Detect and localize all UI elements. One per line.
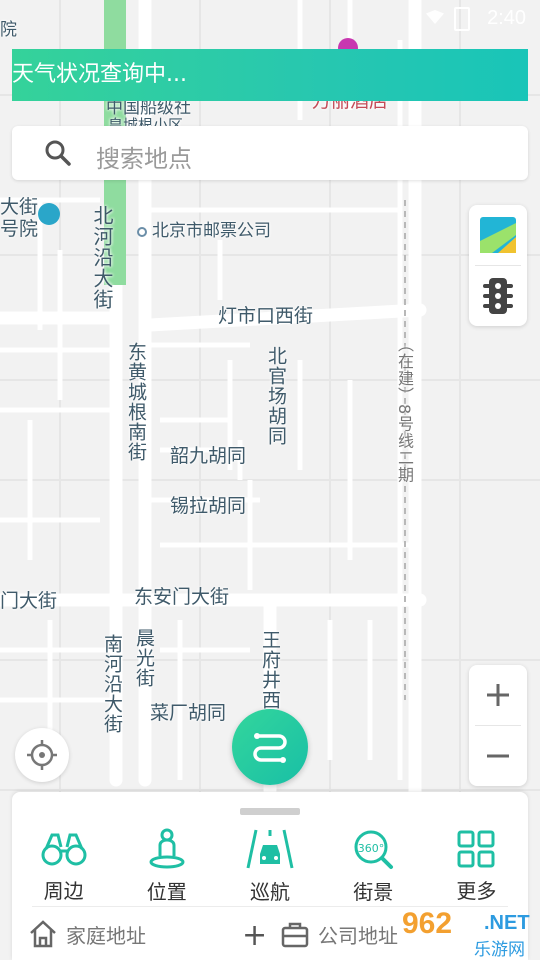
locate-button[interactable] (15, 728, 69, 782)
grid-more-icon (457, 830, 495, 867)
zoom-out-button[interactable] (469, 726, 527, 786)
map-label-beiguanchang: 北官场胡同 (265, 346, 287, 446)
site-watermark: 962 .NET 乐游网 (400, 905, 540, 960)
tool-nearby-label: 周边 (43, 879, 84, 903)
watermark-number: 962 (402, 907, 453, 940)
watermark-cn: 乐游网 (474, 940, 525, 960)
map-label-shaojiu: 韶九胡同 (170, 445, 247, 467)
wifi-icon (426, 10, 444, 24)
car-road-icon (246, 829, 294, 869)
map-label-nanheyan: 南河沿大街 (101, 634, 123, 734)
map-label-dengshikou: 灯市口西街 (218, 305, 314, 327)
search-placeholder: 搜索地点 (96, 145, 192, 173)
tool-cruise[interactable]: 巡航 (218, 828, 321, 904)
drag-handle[interactable] (240, 808, 300, 815)
search-icon (45, 140, 71, 166)
weather-banner[interactable]: 天气状况查询中... (12, 49, 528, 101)
svg-text:360°: 360° (358, 842, 385, 855)
company-address-label: 公司地址 (318, 923, 398, 948)
crosshair-icon (27, 740, 57, 770)
route-icon (253, 733, 287, 763)
map-label-xila: 锡拉胡同 (170, 495, 247, 517)
status-time: 2:40 (487, 7, 526, 29)
map-layer-icon (480, 217, 516, 253)
zoom-in-button[interactable] (469, 665, 527, 725)
map-layer-controls (469, 205, 527, 326)
street-view-360-icon: 360° (354, 830, 394, 869)
watermark-net: .NET (484, 912, 530, 934)
tool-nearby[interactable]: 周边 (12, 828, 115, 904)
traffic-light-icon (483, 278, 513, 314)
tool-row: 周边 位置 巡航 360° 街景 更多 (12, 828, 528, 904)
tool-more[interactable]: 更多 (425, 828, 528, 904)
map-label-shipbuilding: 中国船级社 (106, 98, 191, 118)
map-label-dajie-left: 大街 (0, 196, 39, 218)
briefcase-icon (281, 922, 309, 948)
map-layer-button[interactable] (469, 205, 527, 265)
weather-status-text: 天气状况查询中... (12, 62, 187, 87)
traffic-toggle-button[interactable] (469, 266, 527, 326)
map-label-caichang: 菜厂胡同 (150, 702, 227, 724)
map-label-dongan-men: 东安门大街 (134, 586, 230, 608)
home-address-label: 家庭地址 (66, 923, 146, 948)
battery-icon (454, 7, 470, 31)
tool-location[interactable]: 位置 (115, 828, 218, 904)
map-label-line8: （在建）8号线二期 (395, 336, 414, 484)
add-address-icon[interactable]: + (242, 918, 267, 953)
company-address-button[interactable]: 公司地址 (280, 912, 398, 956)
minus-icon (487, 754, 509, 758)
plus-icon (487, 684, 509, 706)
tool-cruise-label: 巡航 (250, 880, 290, 904)
search-bar[interactable]: 搜索地点 (12, 126, 528, 180)
tool-more-label: 更多 (456, 879, 497, 903)
tool-street-view-label: 街景 (353, 880, 394, 904)
map-label-dongan-men-left: 门大街 (0, 590, 58, 612)
binoculars-icon (41, 833, 87, 865)
map-label-hospital-left: 号院 (0, 218, 39, 240)
map-label-beiheyan: 北河沿大街 (90, 205, 114, 310)
map-label-chenguang: 晨光街 (133, 628, 155, 688)
map-label-donghuang: 东黄城根南街 (125, 342, 147, 462)
status-bar: 2:40 (0, 0, 540, 36)
tool-street-view[interactable]: 360° 街景 (322, 828, 425, 904)
map-label-post-company: 北京市邮票公司 (152, 221, 271, 241)
person-location-icon (149, 828, 185, 869)
zoom-controls (469, 665, 527, 786)
map-label-wangfujing: 王府井西 (259, 630, 281, 710)
home-icon (30, 920, 56, 948)
route-button[interactable] (232, 709, 308, 785)
home-address-button[interactable]: 家庭地址 (28, 912, 146, 956)
tool-location-label: 位置 (146, 880, 187, 904)
